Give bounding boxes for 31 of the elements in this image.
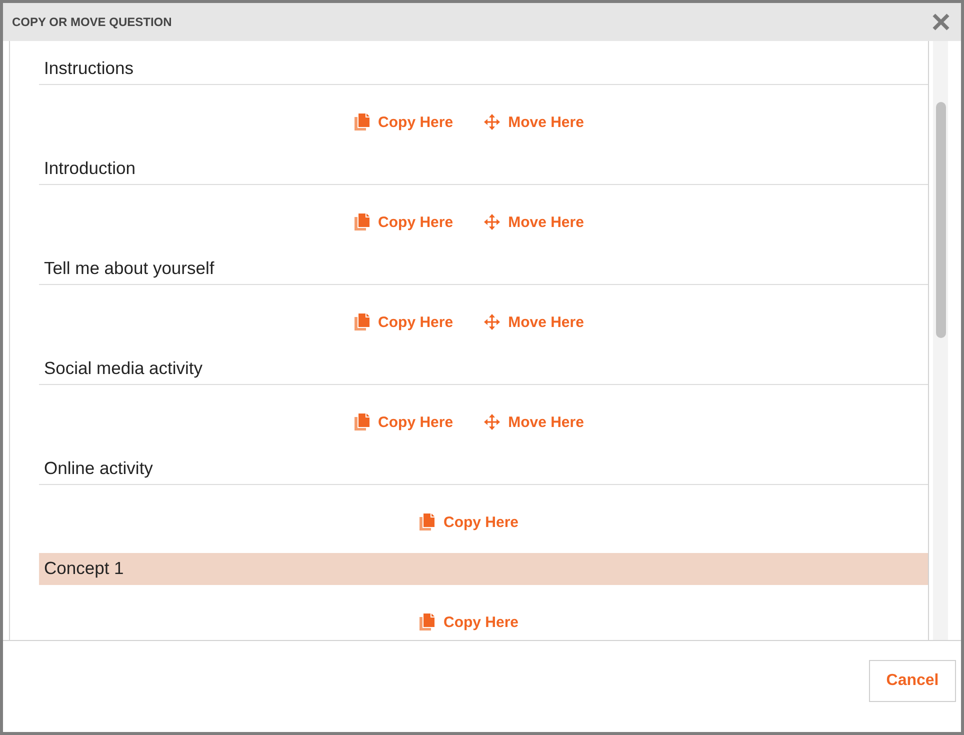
section-header[interactable]: Concept 1 [39,553,928,585]
close-icon[interactable] [932,13,950,31]
copy-here-button[interactable]: Copy Here [419,513,519,531]
copy-icon [354,113,370,131]
copy-here-button[interactable]: Copy Here [354,113,454,131]
copy-icon [354,213,370,231]
cancel-button[interactable]: Cancel [869,660,956,702]
section-header[interactable]: Instructions [39,53,928,85]
move-here-button[interactable]: Move Here [484,413,584,431]
scrollbar-track[interactable] [933,41,948,640]
section-header[interactable]: Tell me about yourself [39,253,928,285]
four-way-arrow-icon [484,413,500,431]
section-header[interactable]: Social media activity [39,353,928,385]
four-way-arrow-icon [484,213,500,231]
copy-icon [354,313,370,331]
move-here-button[interactable]: Move Here [484,213,584,231]
four-way-arrow-icon [484,313,500,331]
scrollbar-thumb[interactable] [936,102,946,338]
four-way-arrow-icon [484,113,500,131]
section-header[interactable]: Online activity [39,453,928,485]
copy-here-button[interactable]: Copy Here [354,313,454,331]
section-header[interactable]: Introduction [39,153,928,185]
copy-here-button[interactable]: Copy Here [419,613,519,631]
dialog-title: COPY OR MOVE QUESTION [12,15,172,29]
copy-here-button[interactable]: Copy Here [354,213,454,231]
move-here-button[interactable]: Move Here [484,313,584,331]
copy-here-button[interactable]: Copy Here [354,413,454,431]
copy-icon [419,513,436,531]
move-here-button[interactable]: Move Here [484,113,584,131]
copy-icon [354,413,370,431]
copy-icon [419,613,436,631]
